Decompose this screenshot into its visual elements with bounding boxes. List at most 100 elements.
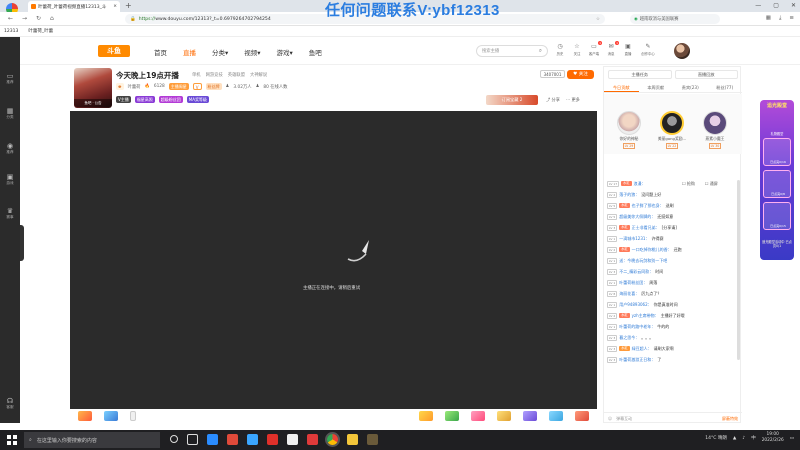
message-button[interactable]: 1 ✉ 消息 [605, 41, 619, 56]
chat-scrollbar[interactable] [737, 180, 740, 360]
new-tab-button[interactable]: + [125, 2, 132, 10]
fan-badge[interactable]: 水缸 [619, 247, 630, 252]
gift-item[interactable] [471, 411, 485, 421]
chat-username[interactable]: 一滴城市1231： [619, 236, 649, 242]
forward-icon[interactable]: → [22, 15, 27, 22]
app-icon[interactable] [207, 434, 218, 445]
nav-live[interactable]: 直播 [183, 47, 196, 57]
chat-username[interactable]: 浪漫： [634, 181, 646, 187]
app-icon[interactable] [347, 434, 358, 445]
clock[interactable]: 19:00 2022/2/26 [762, 432, 784, 444]
chat-username[interactable]: 超级美你大佩脚的： [619, 214, 655, 220]
sidebar-collapse-handle[interactable] [20, 225, 24, 261]
chat-username[interactable]: 叶蕾荷激游正日和： [619, 357, 655, 363]
bookmark-item[interactable]: 叶蕾荷_叶蕾 [28, 28, 53, 34]
video-player[interactable] [70, 111, 597, 409]
anchor-task-button[interactable]: 主播任务 [608, 70, 672, 79]
rank-user[interactable]: 燕素小魔王 LV 30 [695, 111, 735, 149]
tab-today-contribution[interactable]: 今日贡献 [604, 83, 639, 92]
promo-card[interactable]: 已点亮0/16 [763, 138, 791, 166]
sidebar-item-recommend[interactable]: ▭ 推荐 [0, 72, 20, 85]
gift-item[interactable] [445, 411, 459, 421]
promo-card[interactable]: 已点亮0/8 [763, 170, 791, 198]
home-icon[interactable]: ⌂ [50, 15, 54, 22]
volume-icon[interactable]: ♪ [742, 436, 745, 441]
block-effects-button[interactable]: 屏蔽特效 [722, 416, 738, 422]
start-live-button[interactable]: ▣ 直播 [622, 43, 634, 56]
browser-search-input[interactable]: ◉ 越南取消与美国联赛 [630, 14, 720, 24]
gift-item[interactable] [104, 411, 118, 421]
sidebar-item-games[interactable]: ▣ 游戏 [0, 173, 20, 186]
chat-username[interactable]: yzh主席带物： [632, 313, 659, 319]
gift-item[interactable] [497, 411, 511, 421]
search-icon[interactable]: ⌕ [539, 48, 542, 55]
chat-username[interactable]: 海丽花喜： [619, 291, 639, 297]
close-window-icon[interactable]: ✕ [791, 2, 796, 9]
app-icon[interactable] [307, 434, 318, 445]
v-badge[interactable]: V [192, 83, 202, 90]
download-icon[interactable]: ⤓ [779, 15, 781, 22]
maximize-icon[interactable]: ▢ [773, 2, 779, 9]
chat-username[interactable]: 一口吃掉你桃儿的香： [632, 247, 672, 253]
nav-home[interactable]: 首页 [154, 47, 167, 57]
gift-item[interactable] [575, 411, 589, 421]
chat-username[interactable]: 绿豆超人： [632, 346, 652, 352]
fan-badge[interactable]: 水缸 [619, 225, 630, 230]
chat-username[interactable]: 落子的狼： [619, 192, 639, 198]
tab-week-contribution[interactable]: 本周贡献 [639, 83, 674, 92]
sidebar-item-events[interactable]: ♛ 赛事 [0, 207, 20, 220]
app-icon[interactable] [287, 434, 298, 445]
notification-icon[interactable]: ▭ [790, 436, 794, 441]
follow-button[interactable]: ♥ 关注 [567, 70, 594, 79]
rank-user[interactable]: 你好的神秘 LV 29 [609, 111, 649, 149]
nav-yuba[interactable]: 鱼吧 [309, 47, 322, 57]
tab-vip[interactable]: 贵宾(23) [673, 83, 708, 92]
tab-fans[interactable]: 粉丝(77) [708, 83, 743, 92]
subscribe-treasure-button[interactable]: 订阅宝藏 2 [486, 95, 538, 105]
anchor-name[interactable]: 叶蕾荷 [128, 84, 141, 90]
chat-username[interactable]: 叶蕾荷的路中老年： [619, 324, 655, 330]
close-tab-icon[interactable]: × [113, 4, 117, 9]
weather-text[interactable]: 14°C 晴朗 [705, 435, 727, 441]
creator-button[interactable]: ✎ 创作中心 [639, 43, 657, 56]
badge-ma[interactable]: MA奖等级 [186, 96, 209, 103]
fan-badge[interactable]: 水缸 [619, 346, 630, 351]
client-button[interactable]: 1 ▭ 客户端 [588, 41, 602, 56]
gift-item[interactable] [523, 411, 537, 421]
more-button[interactable]: ⋯ 更多 [566, 97, 580, 103]
bookmark-item-id[interactable]: 12313 [4, 29, 18, 34]
gift-item[interactable] [419, 411, 433, 421]
emoji-icon[interactable]: ☺ [608, 416, 612, 421]
promo-card[interactable]: 已点亮0/15 [763, 202, 791, 230]
extensions-icon[interactable]: ▦ [766, 15, 771, 22]
refresh-icon[interactable]: ↻ [36, 15, 41, 22]
follow-list-button[interactable]: ☆ 关注 [571, 43, 583, 56]
sidebar-item-watch[interactable]: ◉ 推荐 [0, 142, 20, 155]
bookmark-star-icon[interactable]: ☆ [596, 17, 600, 22]
badge-superfans[interactable]: 超级粉丝团 [158, 96, 183, 103]
share-button[interactable]: ⤴ 分享 [546, 97, 560, 103]
gift-item[interactable] [130, 411, 136, 421]
app-icon[interactable] [267, 434, 278, 445]
fan-badge[interactable]: 水缸 [621, 181, 632, 186]
category-item[interactable]: 单机 [192, 72, 201, 78]
replay-button[interactable]: 直播回放 [674, 70, 738, 79]
category-item[interactable]: 大神解说 [250, 72, 267, 78]
week-star-badge[interactable]: 主播周星 [168, 83, 189, 90]
task-view-icon[interactable] [187, 434, 198, 445]
gift-item[interactable] [78, 411, 92, 421]
app-icon[interactable] [227, 434, 238, 445]
app-icon[interactable] [247, 434, 258, 445]
fans-badge[interactable]: 粉丝牌 [205, 83, 222, 90]
badge-fortune[interactable]: 福星高照 [134, 96, 155, 103]
rank-user[interactable]: 美丽gong奖励... LV 22 [652, 111, 692, 149]
gift-item[interactable] [549, 411, 563, 421]
chat-username[interactable]: 也子鲜了那也身： [632, 203, 664, 209]
minimize-icon[interactable]: — [755, 2, 761, 9]
menu-icon[interactable]: ≡ [789, 15, 794, 22]
nav-category[interactable]: 分类▾ [212, 47, 228, 57]
fan-badge[interactable]: 水缸 [619, 313, 630, 318]
history-button[interactable]: ◷ 历史 [554, 43, 566, 56]
input-method[interactable]: 中 [751, 435, 756, 441]
network-icon[interactable]: ▲ [733, 436, 736, 441]
